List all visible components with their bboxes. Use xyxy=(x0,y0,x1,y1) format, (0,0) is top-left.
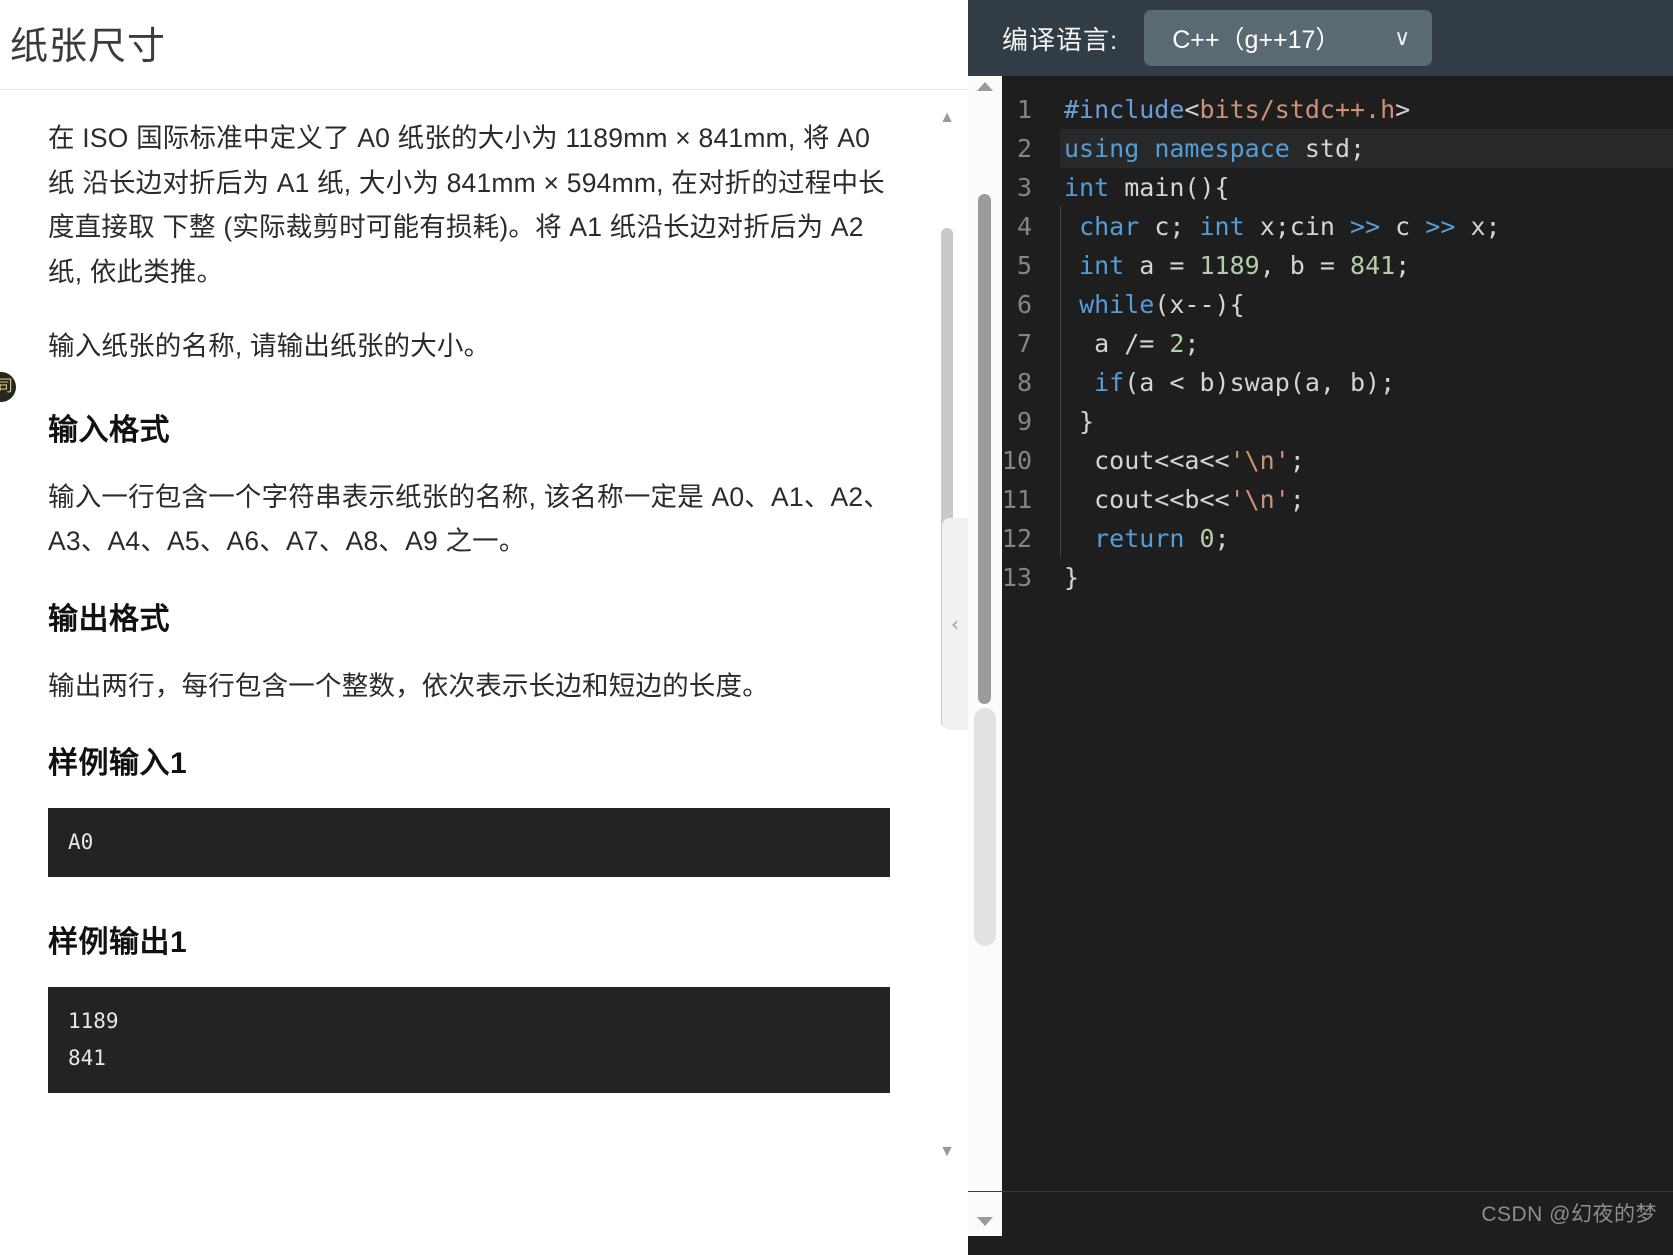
language-label: 编译语言: xyxy=(1002,24,1119,55)
line-content[interactable]: a /= 2; xyxy=(1060,322,1673,363)
note-badge-icon: 司 xyxy=(0,372,16,402)
sample-output-block: 1189 841 xyxy=(48,987,890,1093)
sample-input-block: A0 xyxy=(48,808,890,877)
problem-paragraph-1: 在 ISO 国际标准中定义了 A0 纸张的大小为 1189mm × 841mm,… xyxy=(48,123,885,287)
editor-scroll-down-arrow-icon[interactable] xyxy=(977,1217,993,1226)
line-content[interactable]: #include<bits/stdc++.h> xyxy=(1060,90,1673,129)
line-content[interactable]: while(x--){ xyxy=(1060,283,1673,324)
page-title: 纸张尺寸 xyxy=(10,26,167,68)
line-content[interactable]: return 0; xyxy=(1060,517,1673,558)
note-badge-glyph: 司 xyxy=(0,376,14,395)
line-content[interactable]: char c; int x;cin >> c >> x; xyxy=(1060,205,1673,246)
language-select-value: C++（g++17） xyxy=(1172,26,1341,54)
code-line[interactable]: 12 return 0; xyxy=(968,517,1673,558)
editor-scroll-up-arrow-icon[interactable] xyxy=(977,82,993,91)
output-format-heading: 输出格式 xyxy=(48,602,170,636)
line-content[interactable]: int a = 1189, b = 841; xyxy=(1060,244,1673,285)
panel-collapse-handle[interactable]: ‹ xyxy=(942,518,968,730)
editor-scrollbar-thumb-secondary[interactable] xyxy=(974,708,996,946)
problem-statement: 司 在 ISO 国际标准中定义了 A0 纸张的大小为 1189mm × 841m… xyxy=(0,90,968,1255)
language-select[interactable]: C++（g++17） ∨ xyxy=(1144,10,1433,66)
chevron-left-icon: ‹ xyxy=(951,612,959,636)
editor-scrollbar-thumb[interactable] xyxy=(978,194,991,704)
scroll-up-arrow-icon[interactable]: ▲ xyxy=(937,108,957,128)
input-format-heading: 输入格式 xyxy=(48,413,170,447)
sample-output-heading: 样例输出1 xyxy=(48,926,188,959)
code-line[interactable]: 1 #include<bits/stdc++.h> xyxy=(968,90,1673,129)
code-line[interactable]: 6 while(x--){ xyxy=(968,283,1673,324)
output-format-text: 输出两行，每行包含一个整数，依次表示长边和短边的长度。 xyxy=(48,670,769,701)
line-content[interactable]: } xyxy=(1060,558,1673,597)
code-area[interactable]: 1 #include<bits/stdc++.h> 2 using namesp… xyxy=(968,76,1673,1236)
watermark: CSDN @幻夜的梦 xyxy=(1481,1203,1657,1226)
code-line[interactable]: 13 } xyxy=(968,558,1673,597)
line-content[interactable]: if(a < b)swap(a, b); xyxy=(1060,361,1673,402)
code-editor-panel: 编译语言: C++（g++17） ∨ 1 #include<bits/stdc+… xyxy=(968,0,1673,1255)
code-line[interactable]: 3 int main(){ xyxy=(968,168,1673,207)
line-content[interactable]: cout<<b<<'\n'; xyxy=(1060,478,1673,519)
line-content[interactable]: int main(){ xyxy=(1060,168,1673,207)
code-line[interactable]: 10 cout<<a<<'\n'; xyxy=(968,439,1673,480)
code-line[interactable]: 5 int a = 1189, b = 841; xyxy=(968,244,1673,285)
editor-bottom-divider xyxy=(968,1191,1673,1192)
app-root: 纸张尺寸 司 在 ISO 国际标准中定义了 A0 纸张的大小为 1189mm ×… xyxy=(0,0,1673,1255)
line-content[interactable]: using namespace std; xyxy=(1060,129,1673,168)
editor-toolbar: 编译语言: C++（g++17） ∨ xyxy=(968,0,1673,76)
input-format-text: 输入一行包含一个字符串表示纸张的名称, 该名称一定是 A0、A1、A2、 A3、… xyxy=(48,481,891,557)
scroll-down-arrow-icon[interactable]: ▼ xyxy=(937,1142,957,1162)
code-line[interactable]: 11 cout<<b<<'\n'; xyxy=(968,478,1673,519)
editor-scrollbar[interactable] xyxy=(968,76,1002,1236)
chevron-down-icon: ∨ xyxy=(1394,25,1411,51)
code-line[interactable]: 9 } xyxy=(968,400,1673,441)
code-line[interactable]: 4 char c; int x;cin >> c >> x; xyxy=(968,205,1673,246)
code-line[interactable]: 8 if(a < b)swap(a, b); xyxy=(968,361,1673,402)
code-line[interactable]: 2 using namespace std; xyxy=(968,129,1673,168)
line-content[interactable]: cout<<a<<'\n'; xyxy=(1060,439,1673,480)
problem-panel: 纸张尺寸 司 在 ISO 国际标准中定义了 A0 纸张的大小为 1189mm ×… xyxy=(0,0,968,1255)
line-content[interactable]: } xyxy=(1060,400,1673,441)
problem-paragraph-2: 输入纸张的名称, 请输出纸张的大小。 xyxy=(48,331,491,361)
code-line[interactable]: 7 a /= 2; xyxy=(968,322,1673,363)
sample-input-heading: 样例输入1 xyxy=(48,747,188,780)
